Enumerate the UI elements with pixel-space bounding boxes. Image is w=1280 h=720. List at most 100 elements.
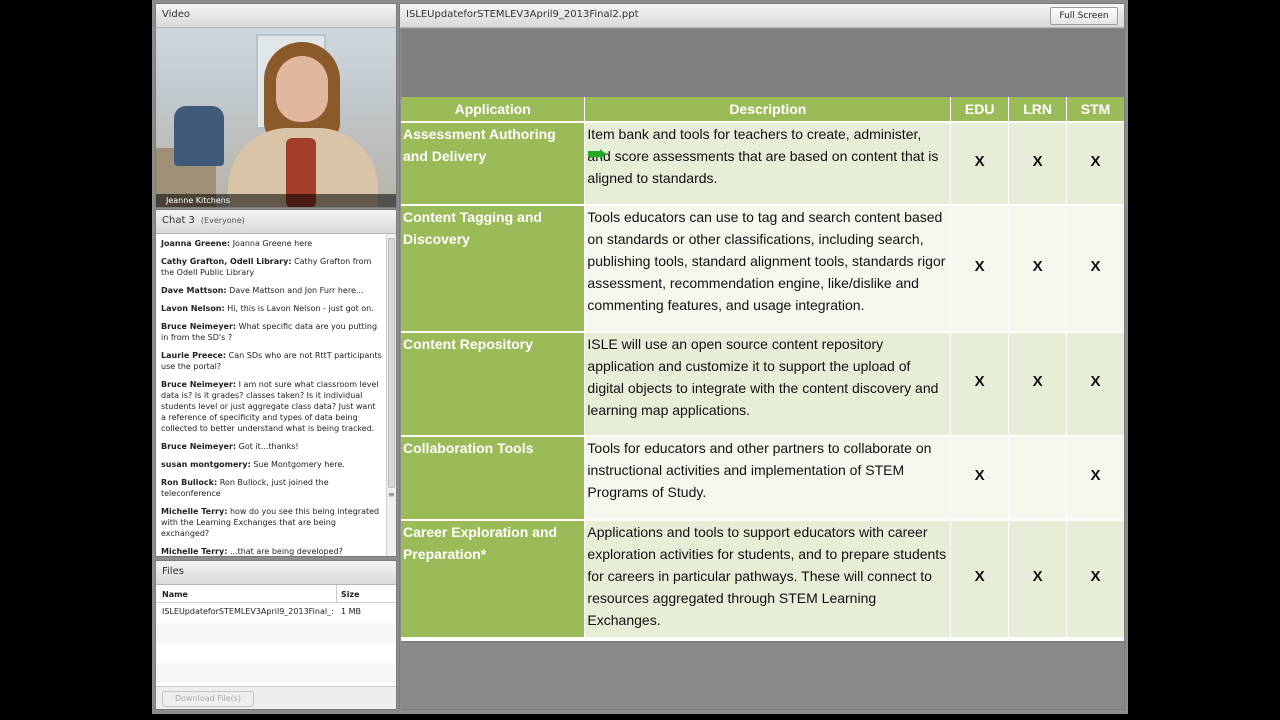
description-cell: ISLE will use an open source content rep… bbox=[584, 332, 952, 437]
chat-sender: Laurie Preece: bbox=[161, 351, 227, 360]
files-col-name[interactable]: Name bbox=[162, 590, 188, 599]
chat-sender: Michelle Terry: bbox=[161, 507, 228, 516]
empty-row bbox=[156, 623, 396, 643]
share-document-title: ISLEUpdateforSTEMLEV3April9_2013Final2.p… bbox=[406, 9, 639, 20]
edu-mark: X bbox=[950, 436, 1010, 521]
table-row: Content Repository ISLE will use an open… bbox=[401, 332, 1124, 437]
slide-viewport: Application Description EDU LRN STM Asse… bbox=[401, 29, 1124, 643]
chat-pod-header: Chat 3 (Everyone) bbox=[156, 210, 396, 234]
header-lrn: LRN bbox=[1008, 97, 1068, 123]
stm-mark: X bbox=[1066, 332, 1124, 437]
application-cell: Content Tagging and Discovery bbox=[401, 205, 586, 333]
description-cell: Tools educators can use to tag and searc… bbox=[584, 205, 952, 333]
lrn-mark: X bbox=[1008, 122, 1068, 206]
stm-mark: X bbox=[1066, 122, 1124, 206]
video-feed[interactable]: Jeanne Kitchens bbox=[156, 28, 396, 207]
chat-message: Joanna Greene: Joanna Greene here bbox=[161, 238, 382, 249]
share-pod: ISLEUpdateforSTEMLEV3April9_2013Final2.p… bbox=[399, 3, 1125, 710]
table-row: Content Tagging and Discovery Tools educ… bbox=[401, 205, 1124, 333]
application-cell: Collaboration Tools bbox=[401, 436, 586, 521]
chat-message: Bruce Neimeyer: What specific data are y… bbox=[161, 321, 382, 343]
chat-sender: susan montgomery: bbox=[161, 460, 251, 469]
chat-sender: Bruce Neimeyer: bbox=[161, 380, 237, 389]
lrn-mark: X bbox=[1008, 332, 1068, 437]
chat-text: Got it...thanks! bbox=[238, 442, 299, 451]
chat-scrollbar[interactable]: ≡ bbox=[386, 234, 396, 556]
files-col-size[interactable]: Size bbox=[341, 590, 360, 599]
download-files-button[interactable]: Download File(s) bbox=[162, 691, 254, 707]
files-pod-title: Files bbox=[162, 566, 184, 577]
video-background-chair bbox=[174, 106, 224, 166]
files-table-header: Name Size bbox=[156, 585, 396, 603]
chat-message: Ron Bullock: Ron Bullock, just joined th… bbox=[161, 477, 382, 499]
chat-sender: Bruce Neimeyer: bbox=[161, 322, 237, 331]
description-cell: Tools for educators and other partners t… bbox=[584, 436, 952, 521]
chat-text: Sue Montgomery here. bbox=[253, 460, 345, 469]
lrn-mark: X bbox=[1008, 205, 1068, 333]
chat-sender: Bruce Neimeyer: bbox=[161, 442, 237, 451]
file-size: 1 MB bbox=[341, 607, 362, 616]
pointer-arrow-shape bbox=[588, 149, 606, 159]
chat-sender: Joanna Greene: bbox=[161, 239, 231, 248]
empty-row bbox=[156, 663, 396, 683]
video-pod-header: Video bbox=[156, 4, 396, 28]
column-divider[interactable] bbox=[336, 585, 337, 603]
chat-sender: Ron Bullock: bbox=[161, 478, 218, 487]
table-row: Career Exploration and Preparation* Appl… bbox=[401, 520, 1124, 639]
meeting-room: Video Jeanne Kitchens Chat 3 (Everyone) J… bbox=[152, 0, 1128, 714]
header-application: Application bbox=[401, 97, 586, 123]
presenter-face bbox=[276, 56, 328, 122]
scroll-grip-icon: ≡ bbox=[388, 490, 395, 499]
chat-sender: Michelle Terry: bbox=[161, 547, 228, 556]
chat-message: Laurie Preece: Can SDs who are not RttT … bbox=[161, 350, 382, 372]
edu-mark: X bbox=[950, 332, 1010, 437]
description-cell: Item bank and tools for teachers to crea… bbox=[584, 122, 952, 206]
chat-pod-title: Chat 3 bbox=[162, 215, 195, 226]
chat-message: Bruce Neimeyer: Got it...thanks! bbox=[161, 441, 382, 452]
chat-sender: Lavon Nelson: bbox=[161, 304, 225, 313]
file-row[interactable]: ISLEUpdateforSTEMLEV3April9_2013Final_: … bbox=[156, 604, 396, 620]
presentation-slide: Application Description EDU LRN STM Asse… bbox=[401, 97, 1124, 641]
applications-table: Application Description EDU LRN STM Asse… bbox=[401, 97, 1124, 639]
video-pod: Video Jeanne Kitchens bbox=[155, 3, 397, 208]
lrn-mark bbox=[1008, 436, 1068, 521]
files-footer: Download File(s) bbox=[156, 686, 396, 709]
table-header-row: Application Description EDU LRN STM bbox=[401, 97, 1124, 123]
chat-message: Cathy Grafton, Odell Library: Cathy Graf… bbox=[161, 256, 382, 278]
chat-message: Dave Mattson: Dave Mattson and Jon Furr … bbox=[161, 285, 382, 296]
share-pod-header: ISLEUpdateforSTEMLEV3April9_2013Final2.p… bbox=[400, 4, 1124, 28]
chat-text: ...that are being developed? bbox=[229, 547, 343, 556]
description-cell: Applications and tools to support educat… bbox=[584, 520, 952, 639]
chat-message-list: Joanna Greene: Joanna Greene here Cathy … bbox=[156, 234, 386, 556]
stm-mark: X bbox=[1066, 520, 1124, 639]
stm-mark: X bbox=[1066, 205, 1124, 333]
table-row: Collaboration Tools Tools for educators … bbox=[401, 436, 1124, 521]
chat-audience-label: (Everyone) bbox=[200, 216, 245, 225]
chat-message: Michelle Terry: ...that are being develo… bbox=[161, 546, 382, 556]
chat-message: Michelle Terry: how do you see this bein… bbox=[161, 506, 382, 539]
files-pod-header: Files bbox=[156, 561, 396, 585]
edu-mark: X bbox=[950, 122, 1010, 206]
chat-sender: Cathy Grafton, Odell Library: bbox=[161, 257, 292, 266]
share-pod-bottom-area bbox=[401, 644, 1124, 709]
header-description: Description bbox=[584, 97, 952, 123]
chat-pod: Chat 3 (Everyone) Joanna Greene: Joanna G… bbox=[155, 209, 397, 557]
chat-message: susan montgomery: Sue Montgomery here. bbox=[161, 459, 382, 470]
chat-text: Dave Mattson and Jon Furr here... bbox=[229, 286, 364, 295]
chat-scrollbar-thumb[interactable] bbox=[388, 238, 395, 488]
video-pod-title: Video bbox=[162, 9, 191, 20]
chat-sender: Dave Mattson: bbox=[161, 286, 227, 295]
file-name: ISLEUpdateforSTEMLEV3April9_2013Final_: bbox=[162, 607, 334, 616]
header-edu: EDU bbox=[950, 97, 1010, 123]
edu-mark: X bbox=[950, 520, 1010, 639]
full-screen-button[interactable]: Full Screen bbox=[1050, 7, 1118, 25]
chat-text: Hi, this is Lavon Nelson - just got on. bbox=[227, 304, 374, 313]
video-participant-name: Jeanne Kitchens bbox=[156, 194, 396, 207]
pointer-arrow-icon bbox=[588, 149, 606, 159]
header-stm: STM bbox=[1066, 97, 1124, 123]
application-cell: Career Exploration and Preparation* bbox=[401, 520, 586, 639]
lrn-mark: X bbox=[1008, 520, 1068, 639]
chat-text: Joanna Greene here bbox=[232, 239, 313, 248]
files-pod: Files Name Size ISLEUpdateforSTEMLEV3Apr… bbox=[155, 560, 397, 710]
stm-mark: X bbox=[1066, 436, 1124, 521]
